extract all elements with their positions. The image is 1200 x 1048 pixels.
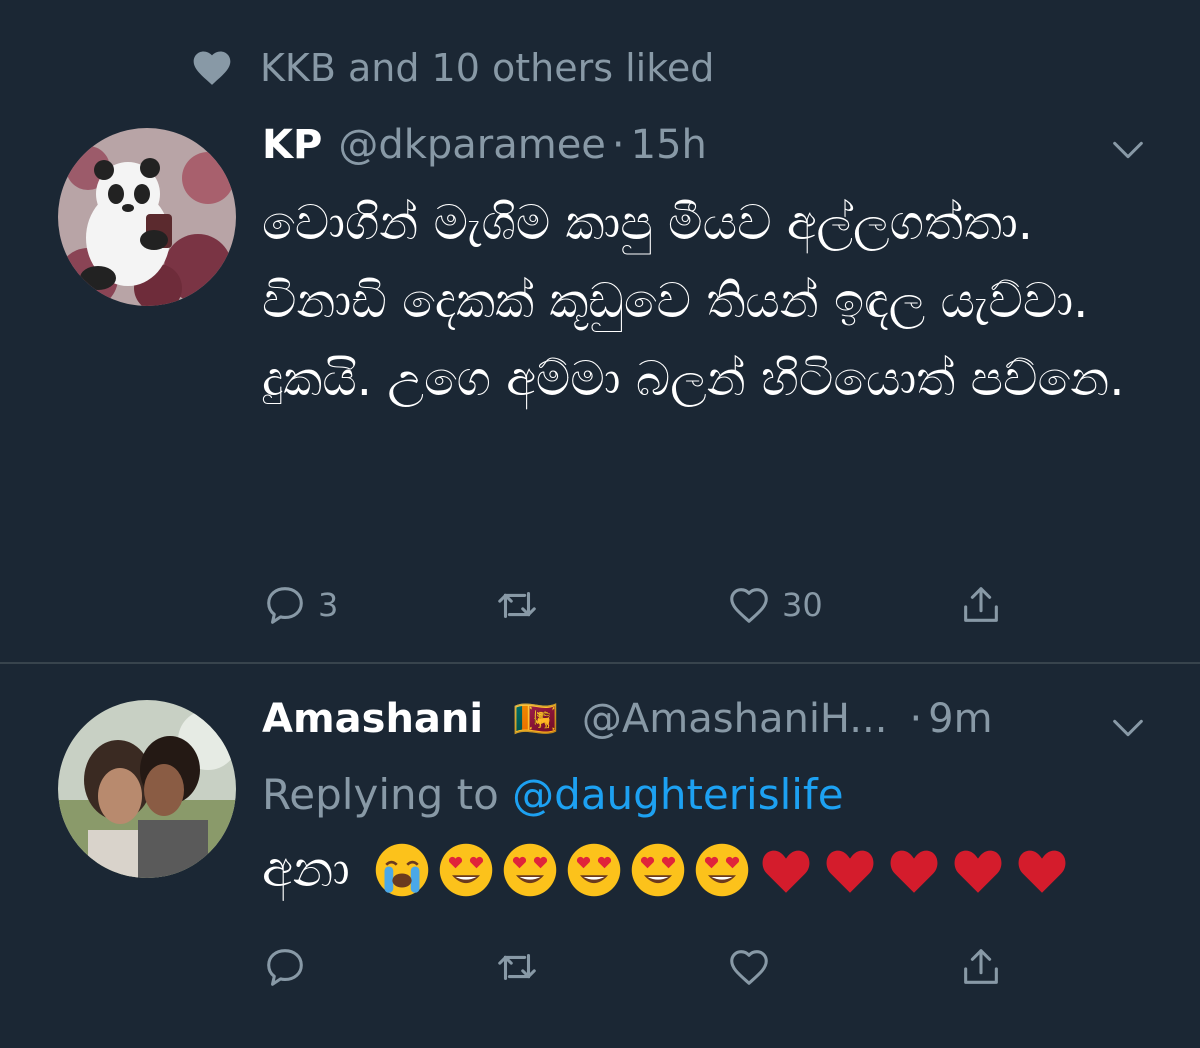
red-heart-emoji-icon <box>762 850 810 893</box>
tweet-text: අනා <box>262 840 1078 899</box>
heart-filled-icon <box>193 51 231 85</box>
mention-link[interactable]: @daughterislife <box>512 770 843 819</box>
display-name[interactable]: KP <box>262 122 322 168</box>
heart-icon <box>730 950 768 985</box>
heart-eyes-emoji-icon <box>439 843 493 896</box>
replying-to-label: Replying to <box>262 770 499 819</box>
heart-eyes-emoji-icon <box>695 843 749 896</box>
retweet-icon <box>498 591 536 619</box>
like-button[interactable] <box>726 944 782 990</box>
user-handle[interactable]: @AmashaniH... <box>582 696 888 742</box>
heart-eyes-emoji-icon <box>567 843 621 896</box>
action-bar <box>262 944 1022 1000</box>
heart-eyes-emoji-icon <box>503 843 557 896</box>
reply-icon <box>267 587 303 624</box>
share-button[interactable] <box>958 582 1004 628</box>
tweet-kp[interactable]: KP @dkparamee · 15h වොගින් මැශිම කාපු මී… <box>0 110 1200 662</box>
avatar-couple-image <box>58 700 236 878</box>
timestamp[interactable]: 9m <box>928 696 992 742</box>
crying-face-emoji-icon <box>375 843 429 896</box>
action-bar: 3 30 <box>262 582 1022 638</box>
flag-sri-lanka-icon: 🇱🇰 <box>513 699 558 740</box>
separator-dot: · <box>611 122 625 168</box>
chevron-down-icon[interactable] <box>1108 708 1148 748</box>
red-heart-emoji-icon <box>826 850 874 893</box>
replying-to: Replying to @daughterislife <box>262 770 844 819</box>
display-name[interactable]: Amashani <box>262 696 483 742</box>
share-button[interactable] <box>958 944 1004 990</box>
avatar[interactable] <box>58 128 236 306</box>
heart-icon <box>730 588 768 623</box>
social-context[interactable]: KKB and 10 others liked <box>190 46 714 90</box>
tweet-header: Amashani 🇱🇰 @AmashaniH... · 9m <box>262 696 993 742</box>
reply-count: 3 <box>318 586 339 624</box>
tweet-amashani[interactable]: Amashani 🇱🇰 @AmashaniH... · 9m Replying … <box>0 664 1200 1048</box>
retweet-button[interactable] <box>494 944 550 990</box>
like-button[interactable]: 30 <box>726 582 823 628</box>
red-heart-emoji-icon <box>954 850 1002 893</box>
retweet-icon <box>498 953 536 981</box>
reply-icon <box>267 949 303 986</box>
tweet-text-words: අනා <box>262 840 350 898</box>
emoji-row <box>374 842 1078 898</box>
separator-dot: · <box>909 696 923 742</box>
chevron-down-icon[interactable] <box>1108 130 1148 170</box>
social-context-label: KKB and 10 others liked <box>260 46 715 90</box>
retweet-button[interactable] <box>494 582 550 628</box>
heart-eyes-emoji-icon <box>631 843 685 896</box>
share-icon <box>964 949 998 984</box>
tweet-text: වොගින් මැශිම කාපු මීයව අල්ලගත්තා. විනාඩි… <box>262 195 1125 407</box>
reply-button[interactable]: 3 <box>262 582 338 628</box>
timestamp[interactable]: 15h <box>631 122 707 168</box>
share-icon <box>964 587 998 622</box>
reply-button[interactable] <box>262 944 318 990</box>
red-heart-emoji-icon <box>1018 850 1066 893</box>
tweet-header: KP @dkparamee · 15h <box>262 122 707 168</box>
avatar[interactable] <box>58 700 236 878</box>
like-count: 30 <box>782 586 823 624</box>
red-heart-emoji-icon <box>890 850 938 893</box>
user-handle[interactable]: @dkparamee <box>338 122 606 168</box>
avatar-panda-image <box>58 128 236 306</box>
